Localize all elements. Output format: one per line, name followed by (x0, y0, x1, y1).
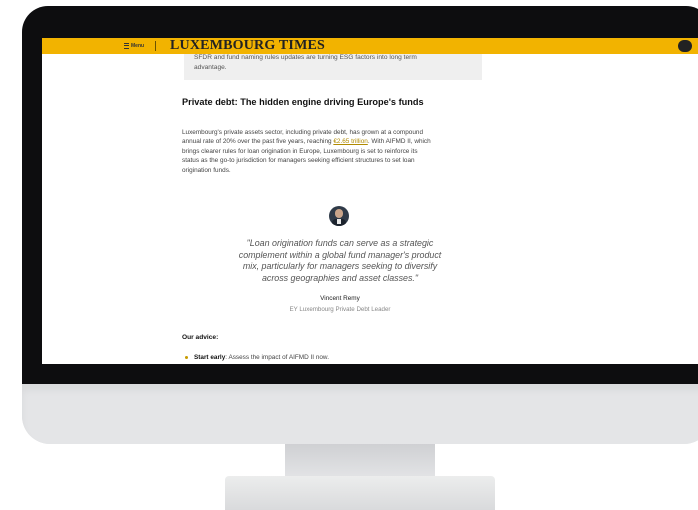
site-header: Menu LUXEMBOURG TIMES (42, 38, 698, 54)
quote-line: complement within a global fund manager'… (238, 249, 442, 260)
bullet-icon (185, 355, 188, 359)
list-item: Start early: Assess the impact of AIFMD … (185, 354, 329, 361)
amount-link[interactable]: €2.65 trillion (333, 138, 367, 145)
browser-screen: Menu LUXEMBOURG TIMES SFDR and fund nami… (42, 38, 698, 364)
quote-author-role: EY Luxembourg Private Debt Leader (289, 306, 391, 313)
paragraph-line: Luxembourg's private assets sector, incl… (182, 129, 424, 136)
pull-quote: "Loan origination funds can serve as a s… (192, 238, 488, 284)
quote-author-name: Vincent Remy (320, 295, 360, 302)
paragraph-line: status as the go-to jurisdiction for man… (182, 157, 415, 165)
previous-section-box: SFDR and fund naming rules updates are t… (184, 54, 482, 80)
quote-line: "Loan origination funds can serve as a s… (246, 238, 434, 248)
list-item-bold: Start early (194, 354, 226, 361)
quote-line: across geographies and asset classes." (261, 272, 419, 283)
avatar-face (335, 209, 343, 218)
monitor-chin (22, 384, 698, 444)
box-text-line: SFDR and fund naming rules updates are t… (194, 54, 417, 61)
paragraph-line: annual rate of 20% over the past five ye… (182, 137, 482, 146)
paragraph-text: . With AIFMD II, which (367, 138, 431, 146)
list-item-text: : Assess the impact of AIFMD II now. (225, 354, 329, 361)
advice-title: Our advice: (182, 334, 219, 341)
quote-line: mix, particularly for managers seeking t… (242, 261, 438, 271)
account-icon[interactable] (678, 40, 692, 52)
section-heading: Private debt: The hidden engine driving … (182, 97, 424, 107)
monitor-stand-base (225, 476, 495, 510)
article-paragraph: Luxembourg's private assets sector, incl… (182, 128, 482, 175)
paragraph-text: annual rate of 20% over the past five ye… (182, 138, 334, 146)
header-divider (155, 41, 156, 51)
avatar-collar (337, 219, 341, 224)
avatar (329, 206, 349, 226)
menu-label: Menu (131, 43, 145, 49)
menu-button[interactable]: Menu (124, 40, 144, 52)
box-text-line: advantage. (194, 64, 227, 71)
paragraph-line: origination funds. (182, 166, 231, 174)
hamburger-icon (124, 43, 129, 49)
site-logo[interactable]: LUXEMBOURG TIMES (170, 38, 325, 54)
paragraph-line: brings clearer rules for loan originatio… (182, 147, 418, 155)
